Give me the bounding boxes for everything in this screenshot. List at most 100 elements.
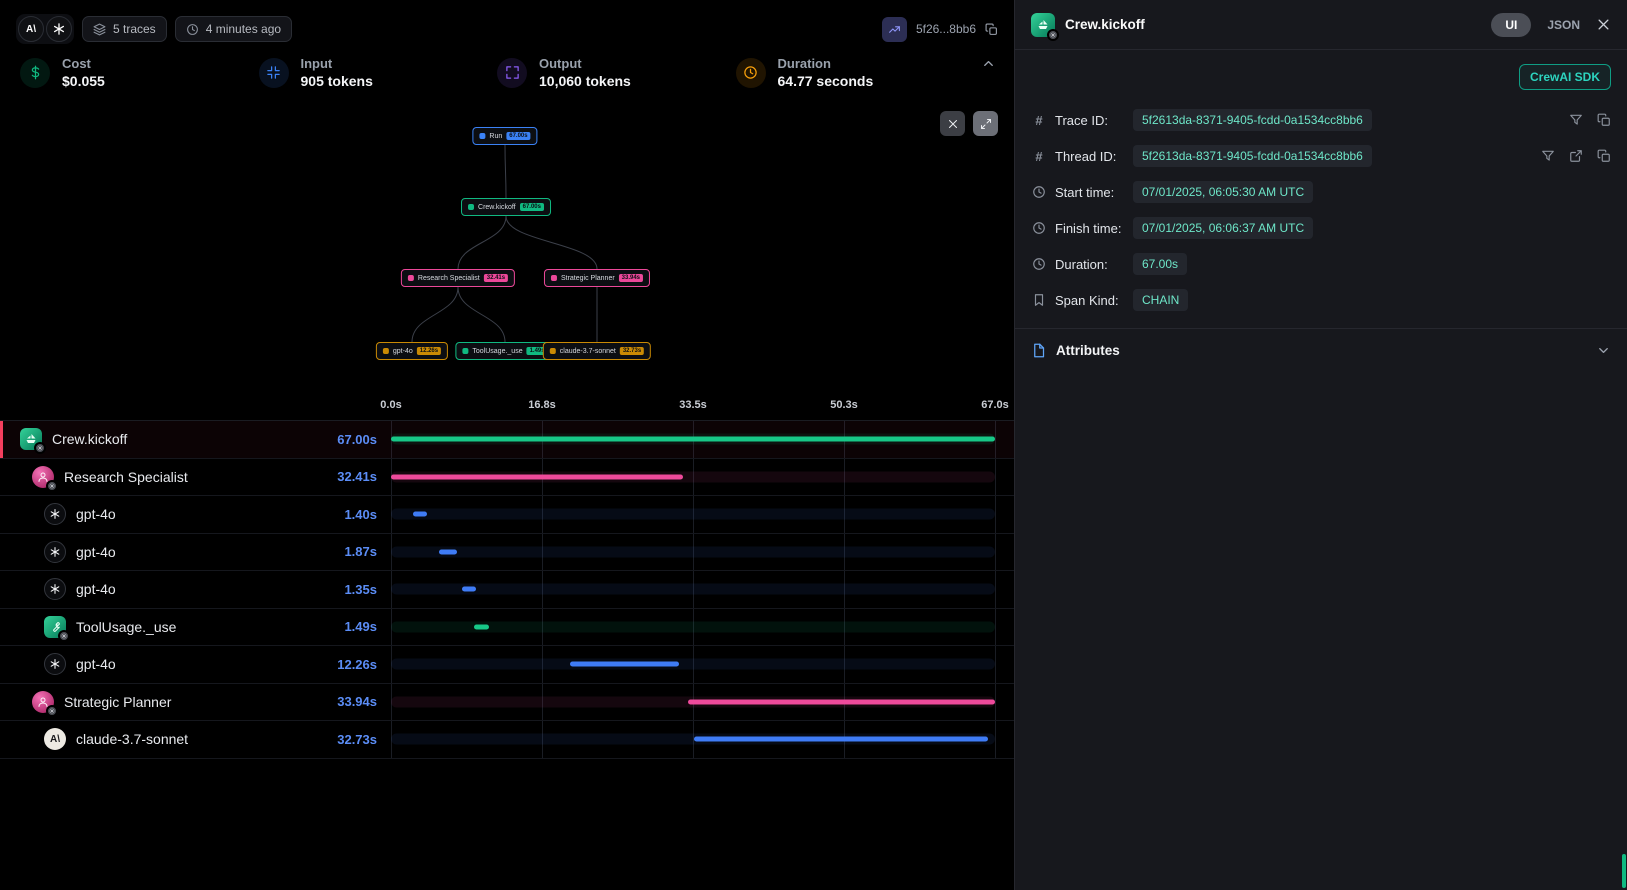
span-duration: 1.40s bbox=[344, 507, 377, 522]
graph-node-toolusage-use[interactable]: ToolUsage._use1.49s bbox=[455, 342, 554, 360]
span-name: Research Specialist bbox=[64, 469, 188, 485]
span-bar[interactable] bbox=[391, 474, 683, 479]
trend-icon-button[interactable] bbox=[882, 17, 907, 42]
graph-node-label: Crew.kickoff bbox=[478, 204, 516, 211]
span-row-claude-3-7-sonnet[interactable]: A\claude-3.7-sonnet32.73s bbox=[0, 721, 1014, 759]
axis-tick: 33.5s bbox=[679, 399, 707, 411]
tab-json[interactable]: JSON bbox=[1547, 18, 1580, 32]
attributes-section-toggle[interactable]: Attributes bbox=[1015, 328, 1627, 372]
stat-label: Output bbox=[539, 56, 631, 71]
crewai-crew-icon bbox=[1031, 13, 1055, 37]
stat-value: 64.77 seconds bbox=[778, 73, 874, 89]
graph-close-icon[interactable] bbox=[940, 111, 965, 136]
clock-icon bbox=[1031, 221, 1047, 235]
field-row-start-time: Start time:07/01/2025, 06:05:30 AM UTC bbox=[1015, 174, 1627, 210]
close-icon[interactable] bbox=[1596, 17, 1611, 32]
span-row-gpt-4o[interactable]: gpt-4o12.26s bbox=[0, 646, 1014, 684]
filter-icon[interactable] bbox=[1541, 149, 1555, 163]
field-value[interactable]: 5f2613da-8371-9405-fcdd-0a1534cc8bb6 bbox=[1133, 109, 1372, 131]
stat-label: Input bbox=[301, 56, 373, 71]
clock-icon bbox=[1031, 257, 1047, 271]
copy-icon[interactable] bbox=[985, 23, 998, 36]
span-chart-cell bbox=[391, 496, 995, 533]
graph-node-crew-kickoff[interactable]: Crew.kickoff67.00s bbox=[461, 198, 551, 216]
open-external-icon[interactable] bbox=[1569, 149, 1583, 163]
trace-view: A\ 5 traces 4 minutes ago 5f26...8bb6 Co… bbox=[0, 0, 1014, 890]
span-bar[interactable] bbox=[462, 587, 475, 592]
span-row-strategic-planner[interactable]: Strategic Planner33.94s bbox=[0, 684, 1014, 722]
span-duration: 67.00s bbox=[337, 432, 377, 447]
graph-node-research-specialist[interactable]: Research Specialist32.41s bbox=[401, 269, 515, 287]
agent-icon bbox=[32, 466, 54, 488]
traces-count-badge[interactable]: 5 traces bbox=[82, 16, 167, 42]
stat-cost: Cost$0.055 bbox=[20, 56, 251, 89]
axis-tick: 16.8s bbox=[528, 399, 556, 411]
span-fields: #Trace ID:5f2613da-8371-9405-fcdd-0a1534… bbox=[1015, 102, 1627, 318]
span-row-gpt-4o[interactable]: gpt-4o1.35s bbox=[0, 571, 1014, 609]
span-bar[interactable] bbox=[391, 437, 995, 442]
copy-icon[interactable] bbox=[1597, 149, 1611, 163]
openai-icon bbox=[44, 541, 66, 563]
span-duration: 1.49s bbox=[344, 619, 377, 634]
span-track bbox=[391, 509, 995, 520]
span-bar[interactable] bbox=[694, 737, 988, 742]
collapse-stats-button[interactable] bbox=[981, 56, 996, 71]
graph-expand-icon[interactable] bbox=[973, 111, 998, 136]
span-duration: 1.87s bbox=[344, 544, 377, 559]
span-bar[interactable] bbox=[474, 624, 489, 629]
span-row-name: gpt-4o12.26s bbox=[0, 646, 391, 683]
field-label: Span Kind: bbox=[1055, 293, 1133, 308]
tab-ui[interactable]: UI bbox=[1491, 13, 1531, 37]
span-rows: Crew.kickoff67.00sResearch Specialist32.… bbox=[0, 420, 1014, 759]
field-value: 07/01/2025, 06:05:30 AM UTC bbox=[1133, 181, 1313, 203]
field-label: Start time: bbox=[1055, 185, 1133, 200]
span-row-gpt-4o[interactable]: gpt-4o1.40s bbox=[0, 496, 1014, 534]
filter-icon[interactable] bbox=[1569, 113, 1583, 127]
span-name: ToolUsage._use bbox=[76, 619, 176, 635]
field-row-finish-time: Finish time:07/01/2025, 06:06:37 AM UTC bbox=[1015, 210, 1627, 246]
crew-icon bbox=[468, 204, 474, 210]
graph-node-duration: 33.94s bbox=[619, 274, 643, 282]
duration-icon bbox=[736, 58, 766, 88]
copy-icon[interactable] bbox=[1597, 113, 1611, 127]
graph-node-claude-3-7-sonnet[interactable]: claude-3.7-sonnet 32.73s bbox=[543, 342, 651, 360]
span-bar[interactable] bbox=[439, 549, 457, 554]
graph-node-duration: 32.73s bbox=[620, 347, 644, 355]
span-bar[interactable] bbox=[413, 512, 427, 517]
trace-age-label: 4 minutes ago bbox=[206, 22, 281, 36]
graph-node-gpt-4o[interactable]: gpt-4o12.26s bbox=[376, 342, 448, 360]
field-value[interactable]: 5f2613da-8371-9405-fcdd-0a1534cc8bb6 bbox=[1133, 145, 1372, 167]
trace-stats: Cost$0.055 Input905 tokens Output 10,060 to… bbox=[0, 44, 1014, 101]
graph-node-label: Research Specialist bbox=[418, 275, 480, 282]
traces-count-label: 5 traces bbox=[113, 22, 156, 36]
graph-controls bbox=[940, 111, 998, 136]
graph-node-strategic-planner[interactable]: Strategic Planner33.94s bbox=[544, 269, 650, 287]
graph-node-run[interactable]: Run67.00s bbox=[472, 127, 537, 145]
panel-header: Crew.kickoff UI JSON bbox=[1015, 0, 1627, 50]
scrollbar-thumb[interactable] bbox=[1622, 854, 1626, 888]
clock-icon bbox=[1031, 185, 1047, 199]
field-value: 67.00s bbox=[1133, 253, 1187, 275]
span-bar[interactable] bbox=[570, 662, 679, 667]
stat-value: 10,060 tokens bbox=[539, 73, 631, 89]
gear-badge-icon bbox=[46, 480, 58, 492]
span-row-name: gpt-4o1.40s bbox=[0, 496, 391, 533]
span-track bbox=[391, 546, 995, 557]
graph-node-label: claude-3.7-sonnet bbox=[560, 348, 616, 355]
span-name: gpt-4o bbox=[76, 656, 116, 672]
span-duration: 32.73s bbox=[337, 732, 377, 747]
span-chart-cell bbox=[391, 684, 995, 721]
span-bar[interactable] bbox=[688, 699, 995, 704]
span-chart-cell bbox=[391, 571, 995, 608]
field-label: Thread ID: bbox=[1055, 149, 1133, 164]
span-row-research-specialist[interactable]: Research Specialist32.41s bbox=[0, 459, 1014, 497]
stat-text: Input905 tokens bbox=[301, 56, 373, 89]
axis-tick: 0.0s bbox=[380, 399, 401, 411]
gear-badge-icon bbox=[46, 705, 58, 717]
anthropic-icon bbox=[550, 348, 556, 354]
panel-title: Crew.kickoff bbox=[1065, 17, 1145, 32]
span-row-toolusage-use[interactable]: ToolUsage._use 1.49s bbox=[0, 609, 1014, 647]
span-row-gpt-4o[interactable]: gpt-4o1.87s bbox=[0, 534, 1014, 572]
span-row-crew-kickoff[interactable]: Crew.kickoff67.00s bbox=[0, 421, 1014, 459]
gear-badge-icon bbox=[1047, 29, 1059, 41]
